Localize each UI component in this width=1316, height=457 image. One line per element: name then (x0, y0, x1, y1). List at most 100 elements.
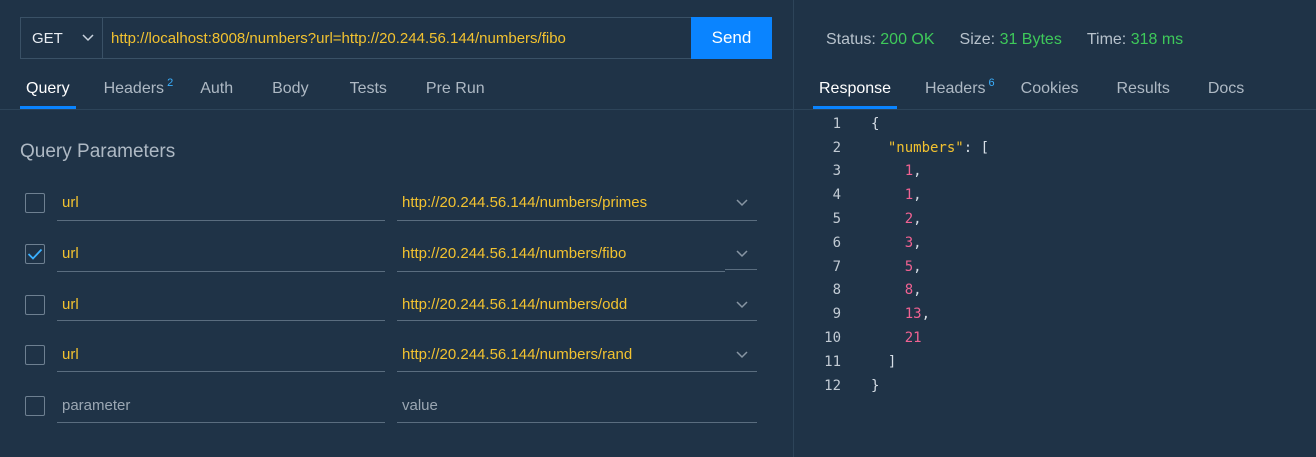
tab-tests[interactable]: Tests (350, 72, 387, 109)
param-checkbox[interactable] (25, 396, 45, 416)
code-text: } (871, 377, 880, 394)
tab-label: Tests (349, 80, 387, 97)
param-value-input[interactable]: http://20.244.56.144/numbers/odd (397, 296, 725, 313)
line-number: 7 (832, 258, 841, 275)
param-row: url http://20.244.56.144/numbers/fibo (0, 244, 793, 284)
divider (57, 320, 385, 321)
tab-headers[interactable]: Headers 2 (104, 72, 174, 109)
line-number: 9 (832, 306, 841, 323)
tab-label: Response (819, 80, 892, 97)
code-text: 8, (904, 282, 922, 299)
param-key-input[interactable]: url (57, 296, 385, 313)
divider (397, 371, 757, 372)
response-status-bar: Status: 200 OK Size: 31 Bytes Time: 318 … (826, 31, 1183, 49)
code-text: 5, (904, 258, 922, 275)
status-value: 200 OK (880, 31, 935, 48)
code-line: 6 3, (794, 231, 989, 255)
headers-count-badge: 6 (988, 77, 995, 89)
tab-label: Headers (103, 80, 165, 97)
tab-label: Cookies (1020, 80, 1079, 97)
request-bar: GET http://localhost:8008/numbers?url=ht… (20, 17, 772, 59)
code-text: { (871, 115, 880, 132)
method-label: GET (32, 29, 63, 47)
status-info: Status: 200 OK (826, 31, 935, 49)
url-input[interactable]: http://localhost:8008/numbers?url=http:/… (103, 18, 691, 58)
param-value-input[interactable]: http://20.244.56.144/numbers/rand (397, 346, 725, 363)
divider (57, 271, 385, 272)
tab-docs[interactable]: Docs (1208, 72, 1244, 109)
size-info: Size: 31 Bytes (960, 31, 1062, 49)
tab-label: Docs (1207, 80, 1245, 97)
line-number: 3 (832, 163, 841, 180)
param-value-input[interactable]: http://20.244.56.144/numbers/fibo (397, 245, 725, 262)
divider (57, 422, 385, 423)
param-key-input[interactable]: url (57, 194, 385, 211)
tab-cookies[interactable]: Cookies (1021, 72, 1079, 109)
tab-label: Headers (925, 80, 986, 97)
line-number: 12 (824, 377, 841, 394)
line-number: 2 (832, 139, 841, 156)
method-select[interactable]: GET (21, 18, 103, 58)
chevron-down-icon[interactable] (736, 250, 748, 258)
param-row: url http://20.244.56.144/numbers/rand (0, 345, 793, 385)
chevron-down-icon (82, 34, 94, 42)
tab-query[interactable]: Query (20, 72, 76, 109)
param-value-input[interactable]: value (397, 397, 725, 414)
tab-body[interactable]: Body (272, 72, 308, 109)
param-value-input[interactable]: http://20.244.56.144/numbers/primes (397, 194, 725, 211)
code-line: 11 ] (794, 350, 989, 374)
chevron-down-icon[interactable] (736, 351, 748, 359)
param-row: parameter value (0, 396, 793, 436)
status-label: Status: (826, 31, 876, 48)
line-number: 11 (824, 353, 841, 370)
tab-label: Pre Run (425, 80, 485, 97)
code-text: 13, (904, 306, 931, 323)
chevron-down-icon[interactable] (736, 199, 748, 207)
param-row: url http://20.244.56.144/numbers/primes (0, 193, 793, 233)
response-body[interactable]: 1{2 "numbers": [3 1, 4 1, 5 2, 6 3, 7 5, 8 8,… (794, 112, 989, 398)
code-line: 1{ (794, 112, 989, 136)
line-number: 5 (832, 211, 841, 228)
divider (397, 220, 757, 221)
code-line: 10 21 (794, 326, 989, 350)
param-checkbox[interactable] (25, 345, 45, 365)
section-title: Query Parameters (20, 141, 176, 162)
tab-results[interactable]: Results (1116, 72, 1169, 109)
param-checkbox[interactable] (25, 295, 45, 315)
time-value: 318 ms (1130, 31, 1184, 48)
request-panel: GET http://localhost:8008/numbers?url=ht… (0, 0, 793, 457)
response-tabs: Response Headers 6 Cookies Results Docs (813, 72, 1244, 109)
tab-pre-run[interactable]: Pre Run (426, 72, 485, 109)
code-text: 3, (904, 234, 922, 251)
line-number: 10 (824, 330, 841, 347)
code-text: 1, (904, 187, 922, 204)
param-key-input[interactable]: url (57, 346, 385, 363)
code-line: 2 "numbers": [ (794, 136, 989, 160)
param-checkbox[interactable] (25, 244, 45, 264)
code-line: 12} (794, 374, 989, 398)
code-line: 5 2, (794, 207, 989, 231)
tab-response-headers[interactable]: Headers 6 (925, 72, 995, 109)
size-label: Size: (959, 31, 996, 48)
tab-label: Body (272, 80, 309, 97)
tab-label: Query (26, 80, 70, 97)
chevron-down-icon[interactable] (736, 301, 748, 309)
code-text: 1, (904, 163, 922, 180)
param-key-input[interactable]: parameter (57, 397, 385, 414)
code-line: 4 1, (794, 183, 989, 207)
tab-auth[interactable]: Auth (200, 72, 233, 109)
time-info: Time: 318 ms (1087, 31, 1183, 49)
divider (57, 220, 385, 221)
headers-count-badge: 2 (167, 77, 174, 89)
line-number: 8 (832, 282, 841, 299)
send-button[interactable]: Send (691, 17, 772, 59)
divider (57, 371, 385, 372)
param-key-input[interactable]: url (57, 245, 385, 262)
param-checkbox[interactable] (25, 193, 45, 213)
code-line: 9 13, (794, 302, 989, 326)
code-text: 21 (904, 330, 922, 347)
line-number: 1 (832, 115, 841, 132)
tab-response[interactable]: Response (813, 72, 898, 109)
line-number: 6 (832, 234, 841, 251)
code-line: 7 5, (794, 255, 989, 279)
